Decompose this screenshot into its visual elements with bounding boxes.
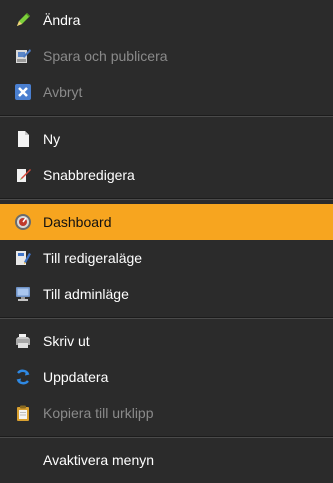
menu-item-avaktivera-menyn[interactable]: Avaktivera menyn xyxy=(0,442,333,478)
edit-mode-icon xyxy=(14,249,32,267)
menu-item-andra[interactable]: Ändra xyxy=(0,2,333,38)
menu-item-avbryt[interactable]: Avbryt xyxy=(0,74,333,110)
admin-mode-icon xyxy=(14,285,32,303)
menu-item-label: Till adminläge xyxy=(43,286,129,302)
menu-item-ny[interactable]: Ny xyxy=(0,121,333,157)
menu-group-create: Ny Snabbredigera xyxy=(0,117,333,198)
new-page-icon xyxy=(14,130,32,148)
menu-item-label: Till redigeraläge xyxy=(43,250,143,266)
menu-item-label: Ändra xyxy=(43,12,81,28)
menu-item-label: Skriv ut xyxy=(43,333,90,349)
cancel-icon xyxy=(14,83,32,101)
menu-item-label: Kopiera till urklipp xyxy=(43,405,154,421)
quick-edit-icon xyxy=(14,166,32,184)
menu-item-till-adminlage[interactable]: Till adminläge xyxy=(0,276,333,312)
menu-item-label: Spara och publicera xyxy=(43,48,168,64)
save-publish-icon xyxy=(14,47,32,65)
menu-item-till-redigeralage[interactable]: Till redigeraläge xyxy=(0,240,333,276)
menu-item-spara-och-publicera[interactable]: Spara och publicera xyxy=(0,38,333,74)
dashboard-icon xyxy=(14,213,32,231)
menu-item-snabbredigera[interactable]: Snabbredigera xyxy=(0,157,333,193)
menu-group-actions: Skriv ut Uppdatera Kopiera till urklipp xyxy=(0,319,333,436)
menu-group-deactivate: Avaktivera menyn xyxy=(0,438,333,483)
pencil-icon xyxy=(14,11,32,29)
menu-group-edit: Ändra Spara och publicera Avbryt xyxy=(0,0,333,115)
menu-item-label: Dashboard xyxy=(43,214,112,230)
clipboard-icon xyxy=(14,404,32,422)
menu-item-uppdatera[interactable]: Uppdatera xyxy=(0,359,333,395)
menu-item-skriv-ut[interactable]: Skriv ut xyxy=(0,323,333,359)
context-menu: Ändra Spara och publicera Avbryt Ny Snab… xyxy=(0,0,333,468)
menu-item-kopiera-till-urklipp[interactable]: Kopiera till urklipp xyxy=(0,395,333,431)
menu-item-label: Ny xyxy=(43,131,61,147)
refresh-icon xyxy=(14,368,32,386)
menu-item-dashboard[interactable]: Dashboard xyxy=(0,204,333,240)
menu-item-label: Avbryt xyxy=(43,84,83,100)
menu-group-navigation: Dashboard Till redigeraläge Till adminlä… xyxy=(0,200,333,317)
menu-item-label: Snabbredigera xyxy=(43,167,135,183)
menu-item-label: Uppdatera xyxy=(43,369,109,385)
printer-icon xyxy=(14,332,32,350)
